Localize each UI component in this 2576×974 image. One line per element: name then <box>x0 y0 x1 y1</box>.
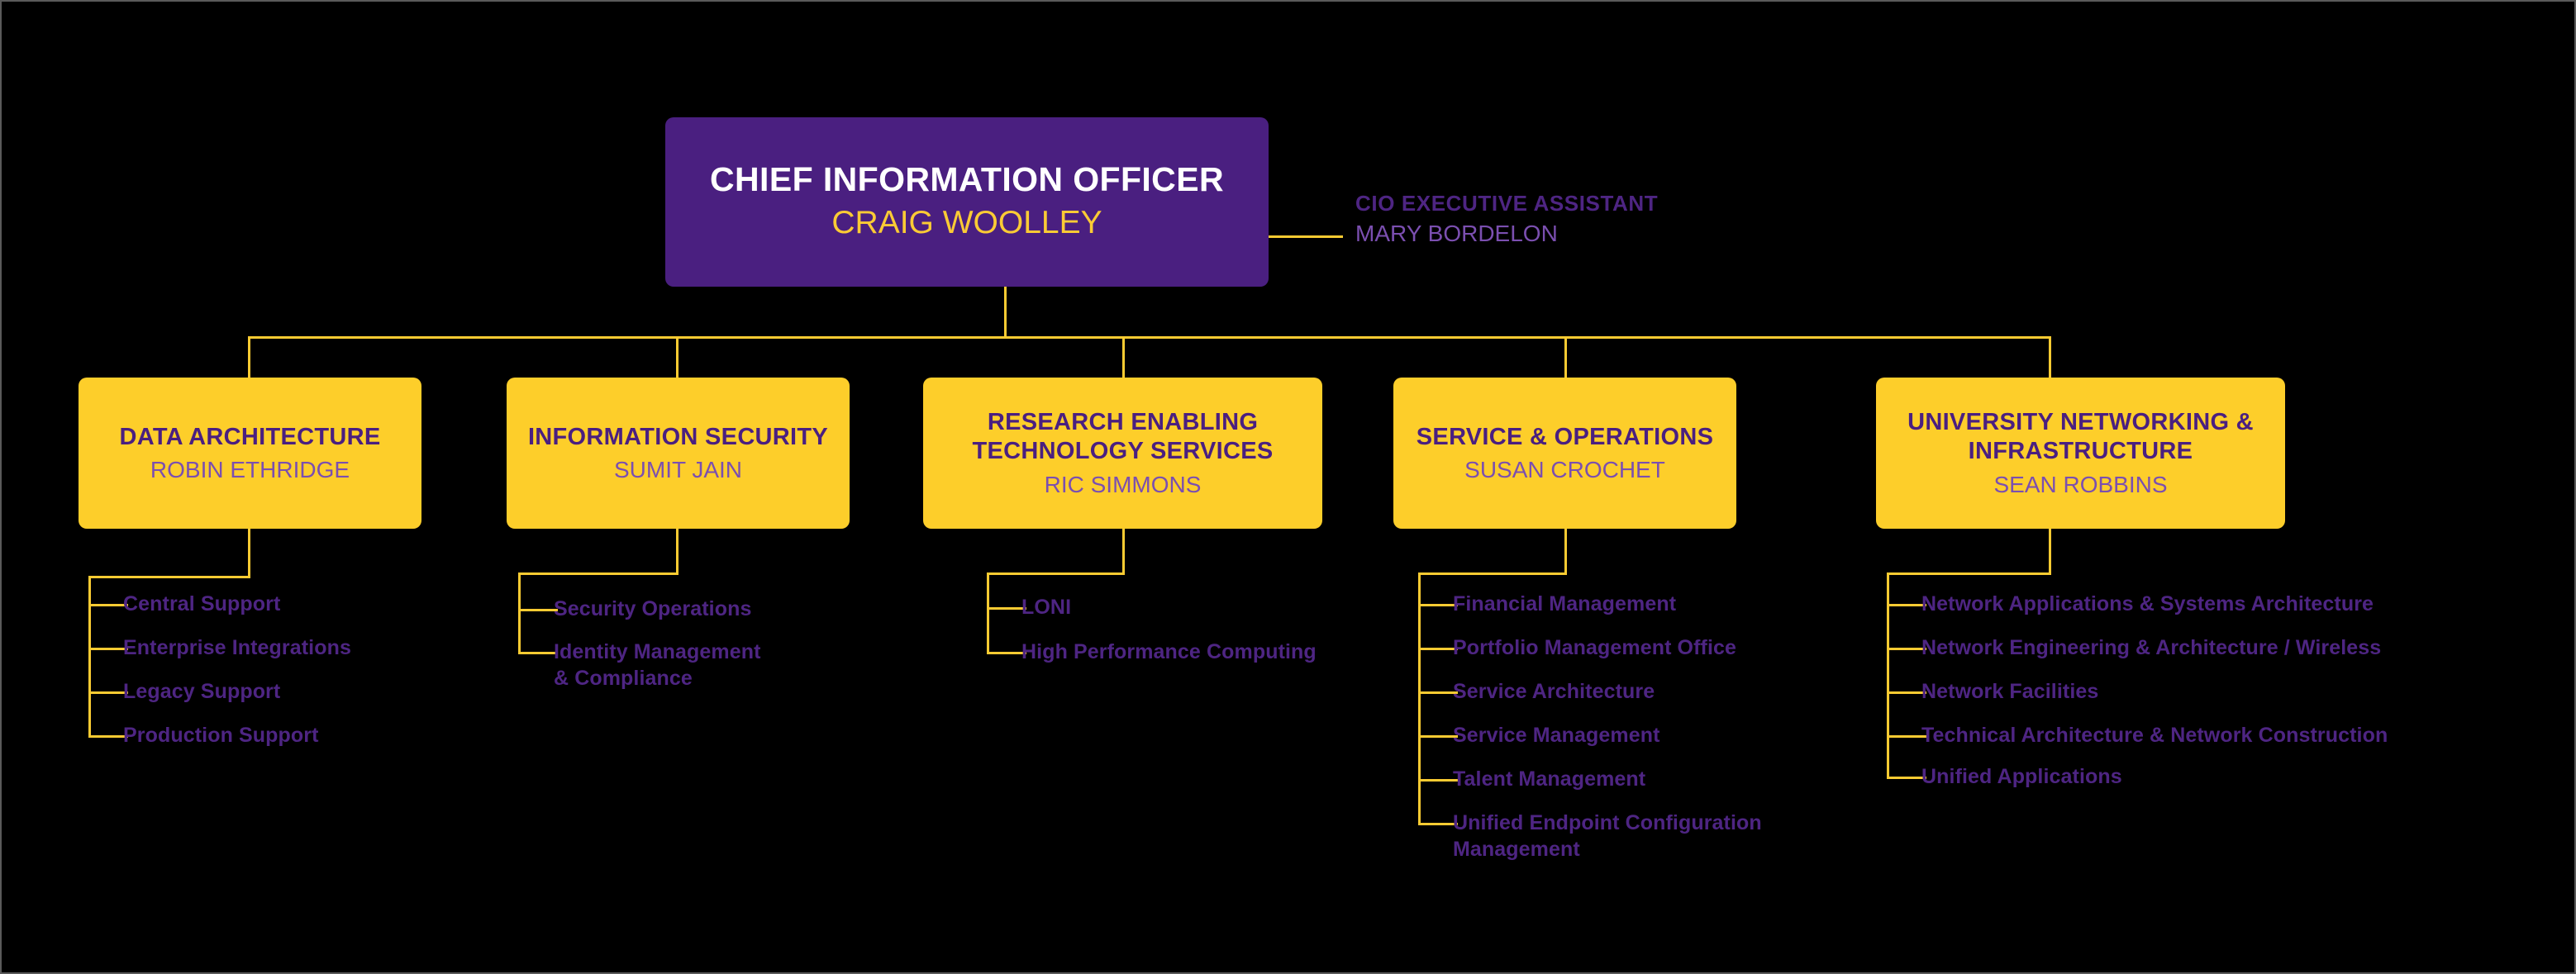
sub-item[interactable]: Legacy Support <box>123 679 280 706</box>
division-1-tick-4 <box>88 735 128 738</box>
sub-item[interactable]: Production Support <box>123 723 319 749</box>
division-drop-line-5 <box>2049 336 2051 379</box>
sub-item[interactable]: Service Management <box>1453 723 1660 749</box>
division-2-tick-1 <box>518 609 558 611</box>
sub-item[interactable]: Enterprise Integrations <box>123 635 351 662</box>
division-box-service-and-operations[interactable]: SERVICE & OPERATIONS SUSAN CROCHET <box>1393 378 1736 529</box>
division-box-university-networking-and-infrastructure[interactable]: UNIVERSITY NETWORKING & INFRASTRUCTURE S… <box>1876 378 2285 529</box>
sub-item[interactable]: Talent Management <box>1453 767 1645 793</box>
division-3-tick-1 <box>987 607 1026 610</box>
division-title: SERVICE & OPERATIONS <box>1416 423 1714 450</box>
division-4-tick-4 <box>1418 735 1458 738</box>
division-4-spine <box>1418 573 1421 825</box>
division-4-tick-6 <box>1418 823 1458 825</box>
division-name: ROBIN ETHRIDGE <box>150 456 350 482</box>
executive-assistant-block: CIO EXECUTIVE ASSISTANT MARY BORDELON <box>1355 190 1658 248</box>
division-4-tick-1 <box>1418 604 1458 606</box>
sub-item[interactable]: Service Architecture <box>1453 679 1655 706</box>
division-4-branch-turn <box>1418 573 1567 575</box>
division-5-tick-3 <box>1887 691 1926 694</box>
division-drop-line-3 <box>1122 336 1125 379</box>
assistant-connector-line <box>1269 235 1343 238</box>
sub-item[interactable]: LONI <box>1021 595 1071 621</box>
division-box-information-security[interactable]: INFORMATION SECURITY SUMIT JAIN <box>507 378 850 529</box>
division-title: UNIVERSITY NETWORKING & INFRASTRUCTURE <box>1907 408 2254 465</box>
division-2-branch-stem <box>676 529 679 575</box>
division-5-branch-stem <box>2049 529 2051 575</box>
division-5-tick-5 <box>1887 777 1926 779</box>
division-box-data-architecture[interactable]: DATA ARCHITECTURE ROBIN ETHRIDGE <box>79 378 421 529</box>
division-4-branch-stem <box>1564 529 1567 575</box>
sub-item[interactable]: Identity Management & Compliance <box>554 639 761 691</box>
division-box-research-enabling-technology-services[interactable]: RESEARCH ENABLING TECHNOLOGY SERVICES RI… <box>923 378 1322 529</box>
sub-item[interactable]: Portfolio Management Office <box>1453 635 1736 662</box>
cio-name: CRAIG WOOLLEY <box>831 205 1102 241</box>
sub-item[interactable]: Unified Endpoint Configuration Managemen… <box>1453 810 1762 862</box>
division-name: RIC SIMMONS <box>1044 471 1202 497</box>
division-name: SUMIT JAIN <box>613 456 743 482</box>
division-1-spine <box>88 576 91 738</box>
division-title: DATA ARCHITECTURE <box>119 423 381 450</box>
sub-item[interactable]: Network Applications & Systems Architect… <box>1921 592 2374 618</box>
division-name: SUSAN CROCHET <box>1464 456 1665 482</box>
division-drop-line-2 <box>676 336 679 379</box>
division-title: RESEARCH ENABLING TECHNOLOGY SERVICES <box>972 408 1274 465</box>
sub-item[interactable]: Technical Architecture & Network Constru… <box>1921 723 2388 749</box>
sub-item[interactable]: Security Operations <box>554 596 751 623</box>
cio-box[interactable]: CHIEF INFORMATION OFFICER CRAIG WOOLLEY <box>665 117 1269 287</box>
division-1-tick-3 <box>88 691 128 694</box>
division-title: INFORMATION SECURITY <box>527 423 829 450</box>
division-5-tick-4 <box>1887 735 1926 738</box>
sub-item[interactable]: High Performance Computing <box>1021 639 1317 666</box>
division-5-tick-2 <box>1887 648 1926 650</box>
division-2-spine <box>518 573 521 654</box>
sub-item[interactable]: Network Engineering & Architecture / Wir… <box>1921 635 2381 662</box>
cio-title: CHIEF INFORMATION OFFICER <box>710 160 1224 199</box>
division-1-tick-2 <box>88 648 128 650</box>
division-1-branch-turn <box>88 576 250 578</box>
division-drop-line-4 <box>1564 336 1567 379</box>
division-4-tick-5 <box>1418 779 1458 782</box>
division-3-spine <box>987 573 989 654</box>
division-1-tick-1 <box>88 604 128 606</box>
division-5-tick-1 <box>1887 604 1926 606</box>
sub-item[interactable]: Network Facilities <box>1921 679 2098 706</box>
executive-assistant-name: MARY BORDELON <box>1355 220 1558 246</box>
division-name: SEAN ROBBINS <box>1993 471 2168 497</box>
division-1-branch-stem <box>248 529 250 578</box>
division-2-tick-2 <box>518 652 558 654</box>
org-chart-canvas: CHIEF INFORMATION OFFICER CRAIG WOOLLEY … <box>0 0 2576 974</box>
division-bus-line <box>248 336 2051 339</box>
sub-item[interactable]: Central Support <box>123 592 280 618</box>
sub-item[interactable]: Financial Management <box>1453 592 1676 618</box>
executive-assistant-title: CIO EXECUTIVE ASSISTANT <box>1355 191 1659 216</box>
division-drop-line-1 <box>248 336 250 379</box>
cio-trunk-line <box>1004 287 1007 338</box>
division-4-tick-3 <box>1418 691 1458 694</box>
division-4-tick-2 <box>1418 648 1458 650</box>
division-3-branch-stem <box>1122 529 1125 575</box>
division-3-branch-turn <box>987 573 1125 575</box>
sub-item[interactable]: Unified Applications <box>1921 764 2122 791</box>
division-5-branch-turn <box>1887 573 2051 575</box>
division-2-branch-turn <box>518 573 679 575</box>
division-3-tick-2 <box>987 652 1026 654</box>
